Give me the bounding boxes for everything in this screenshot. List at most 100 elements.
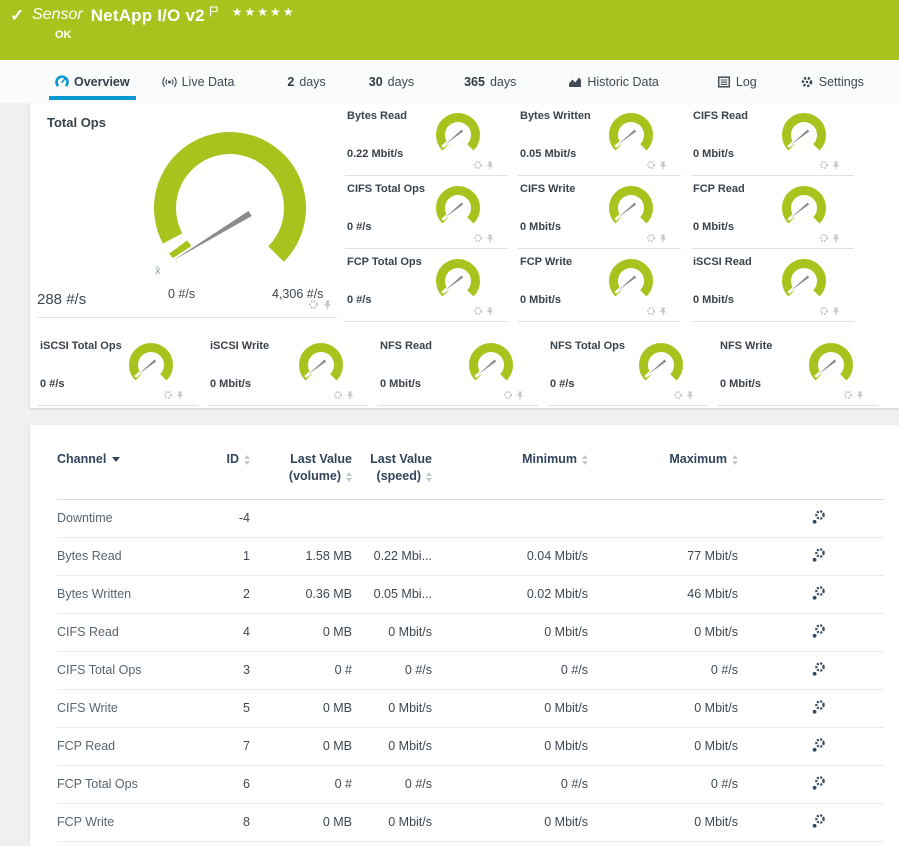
tab-days[interactable]: 30 days — [369, 60, 414, 103]
gauge-value: 0 Mbit/s — [210, 378, 251, 390]
gauge-settings-icon[interactable] — [646, 306, 656, 317]
priority-stars[interactable]: ★★★★★ — [232, 5, 296, 19]
gauge-pin-icon[interactable] — [486, 233, 494, 244]
gauge-tile-bytes-read[interactable]: Bytes Read 0.22 Mbit/s — [345, 103, 518, 176]
gauge-value: 0 #/s — [347, 294, 371, 306]
gauge-settings-icon[interactable] — [308, 299, 319, 311]
gauge-pin-icon[interactable] — [176, 390, 184, 401]
column-header-minimum[interactable]: Minimum — [432, 425, 588, 499]
table-row[interactable]: FCP Write 8 0 MB 0 Mbit/s 0 Mbit/s 0 Mbi… — [57, 803, 884, 841]
channel-settings-icon[interactable] — [811, 623, 826, 639]
table-row[interactable]: Downtime -4 — [57, 499, 884, 537]
sort-desc-icon[interactable] — [112, 457, 120, 462]
tab-log[interactable]: Log — [717, 60, 757, 103]
prtg-sensor-page: ✓ Sensor NetApp I/O v2 ★★★★★ OK Overview… — [0, 0, 899, 846]
tab-historic-data[interactable]: Historic Data — [568, 60, 659, 103]
gauge-pin-icon[interactable] — [516, 390, 524, 401]
tab-live-data[interactable]: Live Data — [162, 60, 235, 103]
gauge-pin-icon[interactable] — [832, 306, 840, 317]
gauge-settings-icon[interactable] — [819, 306, 829, 317]
column-header-last-value[interactable]: Last Value(speed) — [352, 425, 432, 499]
tab-days[interactable]: 365 days — [464, 60, 516, 103]
gauge-pin-icon[interactable] — [659, 160, 667, 171]
table-row[interactable]: CIFS Write 5 0 MB 0 Mbit/s 0 Mbit/s 0 Mb… — [57, 689, 884, 727]
table-row[interactable]: Bytes Read 1 1.58 MB 0.22 Mbi... 0.04 Mb… — [57, 537, 884, 575]
channel-settings-icon[interactable] — [811, 737, 826, 753]
gauge-settings-icon[interactable] — [473, 306, 483, 317]
gauge-settings-icon[interactable] — [333, 390, 343, 401]
sort-toggle-icon[interactable] — [732, 455, 738, 465]
column-header-maximum[interactable]: Maximum — [588, 425, 738, 499]
sort-toggle-icon[interactable] — [244, 455, 250, 465]
tab-days[interactable]: 2 days — [287, 60, 325, 103]
cell-minimum: 0 Mbit/s — [432, 727, 588, 765]
flag-icon[interactable] — [209, 4, 218, 22]
gauge-pin-icon[interactable] — [323, 299, 332, 311]
channel-settings-icon[interactable] — [811, 775, 826, 791]
gauge-pin-icon[interactable] — [486, 160, 494, 171]
gauge-tile-cifs-write[interactable]: CIFS Write 0 Mbit/s — [518, 176, 691, 249]
channel-settings-icon[interactable] — [811, 661, 826, 677]
sort-toggle-icon[interactable] — [346, 472, 352, 482]
gauge-settings-icon[interactable] — [646, 233, 656, 244]
gauge-pin-icon[interactable] — [486, 306, 494, 317]
table-row[interactable]: CIFS Total Ops 3 0 # 0 #/s 0 #/s 0 #/s — [57, 651, 884, 689]
cell-last-speed — [352, 499, 432, 537]
table-row[interactable]: Bytes Written 2 0.36 MB 0.05 Mbi... 0.02… — [57, 575, 884, 613]
gauge-pin-icon[interactable] — [686, 390, 694, 401]
gauge-pin-icon[interactable] — [659, 306, 667, 317]
sort-toggle-icon[interactable] — [426, 472, 432, 482]
gauge-tile-bytes-written[interactable]: Bytes Written 0.05 Mbit/s — [518, 103, 691, 176]
table-row[interactable]: iSCSI Read 10 0 MB 0 Mbit/s 0 Mbit/s 0 M… — [57, 841, 884, 846]
status-badge: OK — [55, 29, 72, 41]
table-row[interactable]: FCP Total Ops 6 0 # 0 #/s 0 #/s 0 #/s — [57, 765, 884, 803]
gauge-settings-icon[interactable] — [473, 233, 483, 244]
gauge-settings-icon[interactable] — [819, 233, 829, 244]
gauge-tile-iscsi-total-ops[interactable]: iSCSI Total Ops 0 #/s — [38, 333, 208, 406]
gauge-settings-icon[interactable] — [673, 390, 683, 401]
gauge-settings-icon[interactable] — [843, 390, 853, 401]
gauge-pin-icon[interactable] — [659, 233, 667, 244]
column-header-last-value[interactable]: Last Value(volume) — [250, 425, 352, 499]
gauge-dial — [777, 185, 831, 235]
gauge-tile-iscsi-write[interactable]: iSCSI Write 0 Mbit/s — [208, 333, 378, 406]
channel-settings-icon[interactable] — [811, 509, 826, 525]
gauge-tile-nfs-write[interactable]: NFS Write 0 Mbit/s — [718, 333, 888, 406]
gauge-tile-fcp-read[interactable]: FCP Read 0 Mbit/s — [691, 176, 864, 249]
gauge-tile-nfs-total-ops[interactable]: NFS Total Ops 0 #/s — [548, 333, 718, 406]
tab-settings[interactable]: Settings — [800, 60, 864, 103]
cell-maximum: 46 Mbit/s — [588, 575, 738, 613]
cell-last-volume — [250, 499, 352, 537]
gauge-tile-fcp-write[interactable]: FCP Write 0 Mbit/s — [518, 249, 691, 322]
gauge-settings-icon[interactable] — [163, 390, 173, 401]
main-gauge-tile[interactable]: Total Ops x̄ 288 #/s 0 #/s 4,306 #/s — [30, 103, 340, 325]
gauge-dial — [604, 112, 658, 162]
gauge-settings-icon[interactable] — [473, 160, 483, 171]
gauge-tile-iscsi-read[interactable]: iSCSI Read 0 Mbit/s — [691, 249, 864, 322]
gauge-tile-fcp-total-ops[interactable]: FCP Total Ops 0 #/s — [345, 249, 518, 322]
gauge-pin-icon[interactable] — [856, 390, 864, 401]
table-row[interactable]: CIFS Read 4 0 MB 0 Mbit/s 0 Mbit/s 0 Mbi… — [57, 613, 884, 651]
cell-minimum: 0 #/s — [432, 651, 588, 689]
gauge-settings-icon[interactable] — [819, 160, 829, 171]
tab-overview[interactable]: Overview — [55, 60, 130, 103]
column-header-channel[interactable]: Channel — [57, 425, 187, 499]
channel-settings-icon[interactable] — [811, 699, 826, 715]
channel-settings-icon[interactable] — [811, 547, 826, 563]
gauge-settings-icon[interactable] — [503, 390, 513, 401]
gauge-pin-icon[interactable] — [832, 233, 840, 244]
gauge-tile-nfs-read[interactable]: NFS Read 0 Mbit/s — [378, 333, 548, 406]
table-row[interactable]: FCP Read 7 0 MB 0 Mbit/s 0 Mbit/s 0 Mbit… — [57, 727, 884, 765]
cell-maximum: 0 Mbit/s — [588, 803, 738, 841]
gauge-tile-cifs-total-ops[interactable]: CIFS Total Ops 0 #/s — [345, 176, 518, 249]
sort-toggle-icon[interactable] — [582, 455, 588, 465]
column-header-id[interactable]: ID — [187, 425, 250, 499]
cell-id: 3 — [187, 651, 250, 689]
gauge-settings-icon[interactable] — [646, 160, 656, 171]
gauge-tile-cifs-read[interactable]: CIFS Read 0 Mbit/s — [691, 103, 864, 176]
cell-last-volume: 0 # — [250, 651, 352, 689]
channel-settings-icon[interactable] — [811, 585, 826, 601]
gauge-pin-icon[interactable] — [346, 390, 354, 401]
gauge-pin-icon[interactable] — [832, 160, 840, 171]
channel-settings-icon[interactable] — [811, 813, 826, 829]
